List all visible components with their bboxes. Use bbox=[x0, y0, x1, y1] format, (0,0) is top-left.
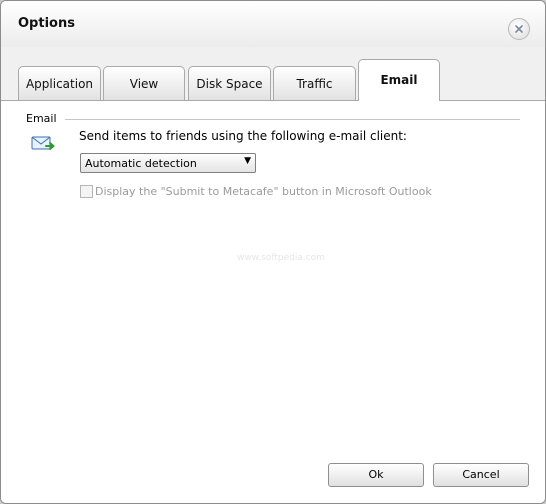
outlook-button-checkbox-label: Display the "Submit to Metacafe" button … bbox=[95, 185, 432, 198]
send-items-label: Send items to friends using the followin… bbox=[79, 129, 407, 143]
softpedia-watermark: www.softpedia.com bbox=[237, 253, 325, 263]
tab-view[interactable]: View bbox=[103, 66, 185, 100]
email-group-label: Email bbox=[26, 112, 57, 125]
title-bar: Options bbox=[1, 1, 545, 47]
email-icon bbox=[31, 136, 55, 150]
tab-application[interactable]: Application bbox=[18, 66, 101, 100]
tab-disk-space[interactable]: Disk Space bbox=[188, 66, 271, 100]
ok-button[interactable]: Ok bbox=[328, 463, 424, 487]
outlook-button-checkbox[interactable] bbox=[80, 185, 93, 198]
chevron-down-icon: ▼ bbox=[244, 156, 251, 166]
close-button[interactable] bbox=[508, 18, 530, 40]
group-divider bbox=[65, 119, 520, 120]
email-panel: Email Send items to friends using the fo… bbox=[1, 101, 545, 503]
tab-email[interactable]: Email bbox=[358, 59, 440, 101]
close-icon bbox=[515, 25, 523, 33]
email-client-value: Automatic detection bbox=[85, 157, 197, 170]
options-dialog: Options Application View Disk Space Traf… bbox=[0, 0, 546, 504]
tab-traffic[interactable]: Traffic bbox=[273, 66, 356, 100]
email-client-select[interactable]: Automatic detection ▼ bbox=[80, 153, 256, 173]
cancel-button[interactable]: Cancel bbox=[433, 463, 529, 487]
dialog-title: Options bbox=[18, 16, 75, 31]
